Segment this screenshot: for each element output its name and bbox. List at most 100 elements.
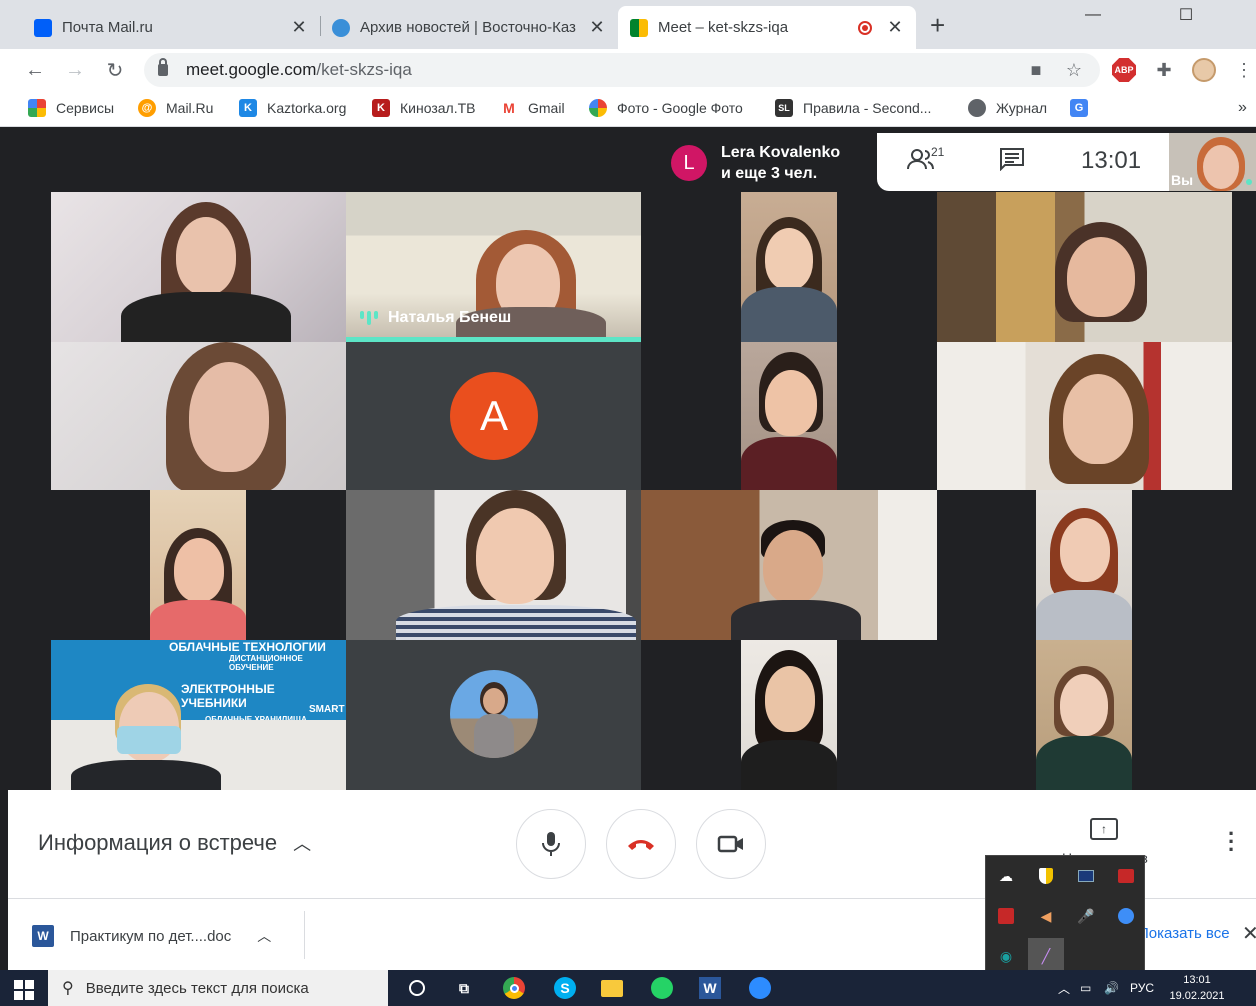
participant-video[interactable] [346, 490, 641, 640]
close-icon[interactable]: ✕ [588, 17, 606, 38]
show-hidden-icons-button[interactable]: ︿ [1058, 970, 1070, 1006]
participant-video[interactable] [937, 192, 1232, 342]
language-indicator[interactable]: РУС [1130, 970, 1154, 1006]
bookmark-kaztorka[interactable]: K Kaztorka.org [239, 99, 346, 117]
adblock-icon[interactable]: ABP [1112, 58, 1136, 82]
participant-video[interactable] [741, 192, 837, 342]
pdf-tray-icon[interactable] [994, 904, 1018, 928]
taskbar-search-box[interactable]: ⚲ Введите здесь текст для поиска [48, 970, 388, 1006]
bookmark-photos[interactable]: Фото - Google Фото [589, 99, 743, 117]
participant-video-speaking[interactable]: Наталья Бенеш [346, 192, 641, 342]
more-options-icon[interactable]: · · · [1228, 823, 1235, 861]
bookmark-kinozal[interactable]: K Кинозал.ТВ [372, 99, 476, 117]
windows-start-icon[interactable] [14, 980, 34, 1000]
face-mask [117, 726, 181, 754]
cortana-icon[interactable] [405, 976, 429, 1000]
mail-icon [34, 18, 52, 37]
participant-video[interactable] [51, 342, 346, 490]
bookmark-mailru[interactable]: @ Mail.Ru [138, 99, 213, 117]
hidden-icons-tray: ☁ ◀ 🎤 ◉ ╱ [985, 855, 1145, 975]
participant-video[interactable] [51, 192, 346, 342]
close-icon[interactable]: ✕ [1242, 921, 1256, 946]
bookmark-gmail[interactable]: M Gmail [500, 99, 565, 117]
word-icon[interactable]: W [698, 976, 722, 1000]
participant-tile-no-video[interactable] [346, 640, 641, 790]
file-explorer-icon[interactable] [600, 976, 624, 1000]
cloud-upload-icon[interactable]: ☁ [994, 864, 1018, 888]
microphone-button[interactable] [516, 809, 586, 879]
microphone-icon [542, 832, 560, 856]
maximize-button[interactable]: ☐ [1163, 0, 1209, 30]
network-tray-icon[interactable]: ◉ [994, 944, 1018, 968]
skype-icon[interactable]: S [553, 976, 577, 1000]
star-icon[interactable]: ☆ [1062, 58, 1086, 82]
forward-button[interactable]: → [58, 53, 92, 87]
monitor-icon[interactable] [1074, 864, 1098, 888]
participant-video[interactable] [150, 490, 246, 640]
present-screen-icon[interactable]: ↑ [1090, 818, 1118, 840]
word-document-icon: W [32, 925, 54, 947]
self-view[interactable]: Вы [1169, 133, 1256, 191]
speaker-nameplate: Наталья Бенеш [360, 309, 511, 327]
chrome-notification-icon[interactable] [1114, 904, 1138, 928]
meeting-details-button[interactable]: Информация о встрече ︿ [38, 830, 311, 856]
network-icon[interactable]: ▭ [1080, 970, 1091, 1006]
tab-strip: Почта Mail.ru ✕ Архив новостей | Восточн… [0, 0, 1256, 49]
tab-news[interactable]: Архив новостей | Восточно-Каз ✕ [320, 6, 618, 49]
security-shield-icon[interactable] [1034, 864, 1058, 888]
photos-icon [589, 99, 607, 117]
participants-preview[interactable]: L Lera Kovalenko и еще 3 чел. [661, 133, 877, 191]
volume-icon[interactable]: 🔊 [1104, 970, 1119, 1006]
taskbar-clock[interactable]: 13:01 19.02.2021 [1162, 972, 1232, 1004]
close-icon[interactable]: ✕ [886, 17, 904, 38]
chat-icon[interactable] [999, 147, 1025, 177]
bookmark-label: Gmail [528, 100, 565, 116]
zoom-icon[interactable] [748, 976, 772, 1000]
bookmark-services[interactable]: Сервисы [28, 99, 114, 117]
self-label: Вы [1171, 172, 1194, 188]
microphone-tray-icon[interactable]: 🎤 [1074, 904, 1098, 928]
reload-button[interactable]: ↻ [98, 53, 132, 87]
chevron-up-icon[interactable]: ︿ [257, 926, 271, 946]
profile-avatar[interactable] [1192, 58, 1216, 82]
participant-video[interactable] [1036, 490, 1132, 640]
chrome-icon[interactable] [502, 976, 526, 1000]
back-button[interactable]: ← [18, 53, 52, 87]
app-tray-icon[interactable] [1114, 864, 1138, 888]
bookmark-translate[interactable]: G [1070, 99, 1098, 117]
hang-up-button[interactable] [606, 809, 676, 879]
extensions-icon[interactable]: ✚ [1152, 58, 1176, 82]
tab-meet[interactable]: Meet – ket-skzs-iqa ✕ [618, 6, 916, 49]
minimize-button[interactable]: — [1070, 0, 1116, 30]
tab-title: Архив новостей | Восточно-Каз [360, 19, 576, 36]
bookmark-label: Кинозал.ТВ [400, 100, 476, 116]
close-icon[interactable]: ✕ [290, 17, 308, 38]
participant-video[interactable] [741, 342, 837, 490]
participant-name: Lera Kovalenko [721, 144, 841, 161]
new-tab-button[interactable]: + [930, 10, 945, 41]
address-bar[interactable]: meet.google.com/ket-skzs-iqa [144, 53, 1100, 87]
participant-video[interactable] [1036, 640, 1132, 790]
speaker-icon[interactable]: ◀ [1034, 904, 1058, 928]
participant-video[interactable] [641, 490, 937, 640]
feather-icon[interactable]: ╱ [1028, 938, 1064, 974]
participant-video[interactable] [937, 342, 1232, 490]
bookmark-rules[interactable]: SL Правила - Second... [775, 99, 931, 117]
tab-mail[interactable]: Почта Mail.ru ✕ [22, 6, 320, 49]
speaking-indicator-icon [360, 311, 378, 325]
camera-button[interactable] [696, 809, 766, 879]
status-dot [1246, 179, 1252, 185]
participant-video[interactable] [741, 640, 837, 790]
task-view-icon[interactable]: ⧉ [452, 976, 476, 1000]
whatsapp-icon[interactable] [650, 976, 674, 1000]
camera-icon[interactable]: ■ [1024, 58, 1048, 82]
participant-video[interactable]: ОБЛАЧНЫЕ ТЕХНОЛОГИИ ДИСТАНЦИОННОЕ ОБУЧЕН… [51, 640, 346, 790]
globe-icon [968, 99, 986, 117]
download-item[interactable]: W Практикум по дет....doc ︿ [32, 925, 271, 947]
participant-tile-no-video[interactable]: A [346, 342, 641, 490]
bookmarks-overflow-button[interactable]: » [1238, 99, 1247, 117]
menu-icon[interactable]: ⋮ [1232, 58, 1256, 82]
bookmark-journal[interactable]: Журнал [968, 99, 1047, 117]
url-host: meet.google.com [186, 60, 317, 79]
show-all-downloads-link[interactable]: Показать все [1138, 925, 1230, 942]
